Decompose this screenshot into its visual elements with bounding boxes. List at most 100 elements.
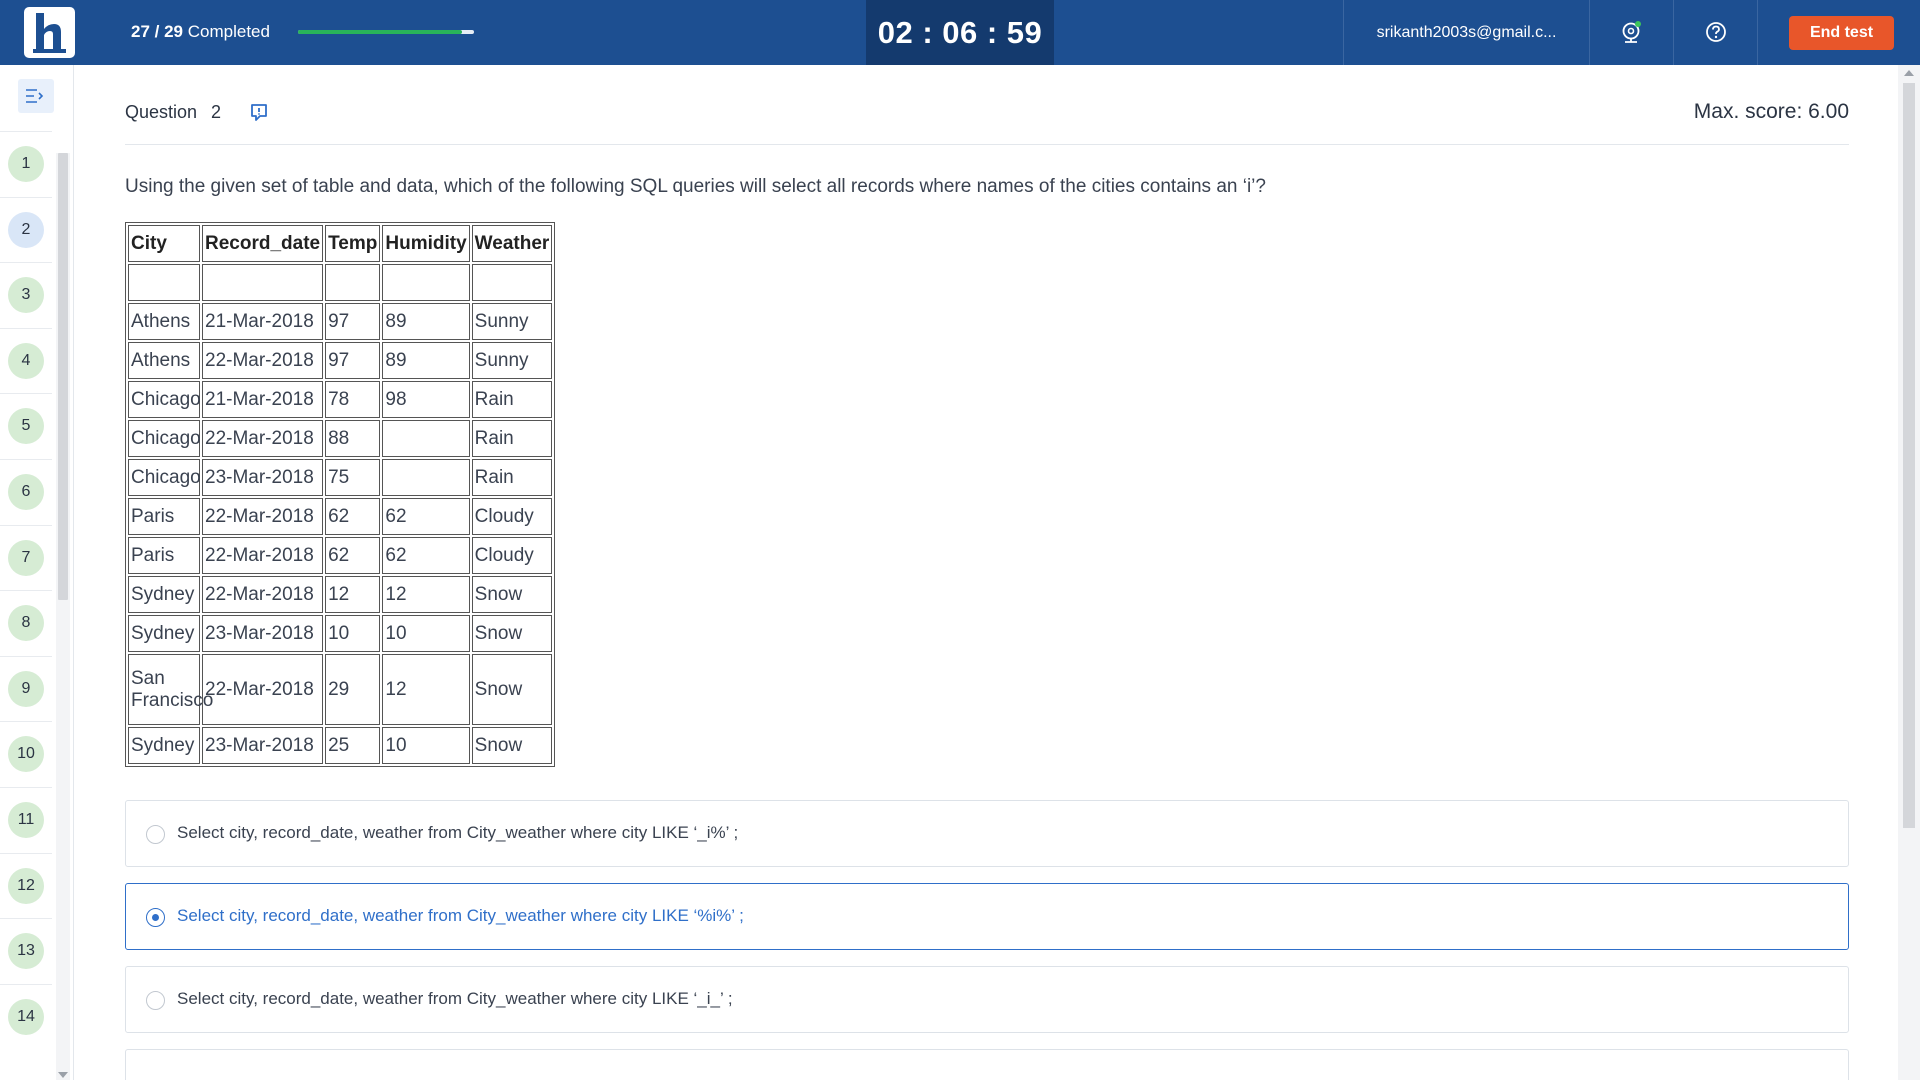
sidebar-scroll-thumb[interactable] (58, 153, 68, 600)
answer-option-label[interactable]: Select city, record_date, weather from C… (177, 906, 744, 926)
progress-text: 27 / 29 Completed (131, 22, 270, 42)
page-scrollbar[interactable] (1898, 65, 1920, 1080)
table-cell: 22-Mar-2018 (202, 420, 324, 457)
table-cell: Paris (128, 537, 200, 574)
table-cell: 89 (382, 303, 470, 340)
question-number-badge[interactable]: 10 (8, 736, 44, 773)
user-email[interactable]: srikanth2003s@gmail.c... (1343, 0, 1590, 65)
hackerearth-logo[interactable] (24, 7, 75, 58)
question-nav-item[interactable]: 1 (0, 131, 52, 197)
end-test-button[interactable]: End test (1789, 16, 1894, 50)
question-nav-item[interactable]: 8 (0, 590, 52, 656)
radio-selected-dot (152, 914, 159, 921)
table-cell: 22-Mar-2018 (202, 654, 324, 725)
table-row: Athens 21-Mar-2018 97 89 Sunny (128, 303, 553, 340)
table-cell (128, 264, 200, 301)
table-cell: Sunny (471, 303, 553, 340)
table-cell: Snow (471, 576, 553, 613)
table-cell: 12 (382, 576, 470, 613)
question-number-badge[interactable]: 6 (8, 473, 44, 510)
question-number-badge[interactable]: 11 (8, 801, 44, 838)
table-cell: 22-Mar-2018 (202, 576, 324, 613)
question-nav-item[interactable]: 11 (0, 786, 52, 853)
table-cell: 10 (382, 727, 470, 764)
question-number-badge[interactable]: 12 (8, 867, 44, 904)
page-scroll-thumb[interactable] (1903, 83, 1915, 828)
answer-option[interactable]: Select city, record_date, weather from C… (125, 966, 1849, 1033)
table-cell (471, 264, 553, 301)
question-heading: Question 2 (125, 102, 221, 123)
table-cell: Rain (471, 459, 553, 496)
question-nav-item[interactable]: 10 (0, 721, 52, 787)
table-cell: 10 (382, 615, 470, 652)
table-cell: 21-Mar-2018 (202, 303, 324, 340)
question-nav-item[interactable]: 14 (0, 983, 52, 1050)
table-header-cell: Temp (325, 225, 381, 262)
help-button[interactable] (1674, 0, 1758, 65)
city-weather-table: City Record_date Temp Humidity Weather Athen… (125, 222, 556, 767)
help-icon (1706, 22, 1726, 42)
table-cell: Snow (471, 615, 553, 652)
question-number-badge[interactable]: 1 (8, 146, 44, 182)
table-cell: 89 (382, 342, 470, 379)
question-number-badge[interactable]: 7 (8, 539, 44, 576)
question-number-badge[interactable]: 5 (8, 408, 44, 445)
table-cell: Rain (471, 381, 553, 418)
progress-bar (298, 30, 474, 34)
table-cell: Chicago (128, 420, 201, 457)
table-cell: Sunny (471, 342, 553, 379)
table-header-cell: Weather (471, 225, 553, 262)
table-cell: Athens (128, 342, 200, 379)
question-number-badge[interactable]: 3 (8, 277, 44, 314)
answer-option-partial[interactable] (125, 1049, 1849, 1080)
page-scroll-up-icon[interactable] (1904, 70, 1914, 76)
sidebar-scroll-down-icon[interactable] (58, 1072, 68, 1078)
table-cell: 21-Mar-2018 (202, 381, 324, 418)
answer-option[interactable]: Select city, record_date, weather from C… (125, 800, 1849, 867)
table-cell: 62 (382, 537, 470, 574)
table-row: Paris 22-Mar-2018 62 62 Cloudy (128, 498, 553, 535)
table-cell: 62 (325, 498, 381, 535)
question-number-badge[interactable]: 2 (8, 211, 44, 248)
radio-button[interactable] (146, 908, 165, 927)
webcam-button[interactable] (1590, 0, 1674, 65)
table-row: Sydney 23-Mar-2018 10 10 Snow (128, 615, 553, 652)
sidebar-scrollbar[interactable] (56, 153, 70, 1080)
table-cell (382, 264, 470, 301)
question-nav-item[interactable]: 2 (0, 196, 52, 263)
table-cell: 29 (325, 654, 381, 725)
table-cell: 78 (325, 381, 381, 418)
question-number-badge[interactable]: 9 (8, 670, 44, 707)
table-cell: Sydney (128, 727, 200, 764)
table-row: Chicago 22-Mar-2018 88 Rain (128, 420, 553, 457)
question-number-badge[interactable]: 13 (8, 933, 44, 970)
question-nav-item[interactable]: 13 (0, 918, 52, 984)
table-cell (202, 264, 324, 301)
answer-option-label[interactable]: Select city, record_date, weather from C… (177, 989, 733, 1009)
answer-option-label[interactable]: Select city, record_date, weather from C… (177, 823, 738, 843)
report-issue-icon[interactable] (250, 103, 268, 123)
question-nav-item[interactable]: 3 (0, 262, 52, 328)
collapse-sidebar-button[interactable] (18, 79, 54, 113)
question-nav-item[interactable]: 7 (0, 524, 52, 591)
radio-button[interactable] (146, 825, 165, 844)
table-cell (382, 459, 470, 496)
table-cell: 62 (325, 537, 381, 574)
progress-word: Completed (187, 22, 270, 41)
question-number-badge[interactable]: 4 (8, 342, 44, 379)
question-number-badge[interactable]: 14 (8, 998, 44, 1035)
radio-button[interactable] (146, 991, 165, 1010)
table-row: Chicago 23-Mar-2018 75 Rain (128, 459, 553, 496)
question-nav-item[interactable]: 5 (0, 393, 52, 459)
answer-option[interactable]: Select city, record_date, weather from C… (125, 883, 1849, 950)
table-cell: Snow (471, 727, 553, 764)
table-cell: 98 (382, 381, 470, 418)
question-nav-item[interactable]: 4 (0, 327, 52, 394)
question-nav-item[interactable]: 12 (0, 852, 52, 919)
question-nav-item[interactable]: 9 (0, 655, 52, 722)
question-number-badge[interactable]: 8 (8, 605, 44, 642)
table-header-cell: Humidity (382, 225, 470, 262)
table-cell (325, 264, 381, 301)
question-nav-item[interactable]: 6 (0, 458, 52, 525)
table-row: Paris 22-Mar-2018 62 62 Cloudy (128, 537, 553, 574)
